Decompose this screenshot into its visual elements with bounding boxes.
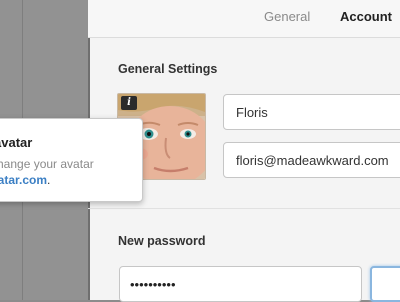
info-icon[interactable]: i [121, 96, 137, 110]
popover-title: avatar [0, 135, 33, 150]
general-settings-title: General Settings [118, 62, 218, 76]
avatar-popover: avatar change your avatar vatar.com. [0, 118, 143, 202]
current-password-field[interactable] [119, 266, 362, 302]
new-password-field[interactable] [370, 266, 400, 302]
tab-general[interactable]: General [264, 9, 310, 24]
popover-link-suffix: . [47, 173, 51, 187]
new-password-title: New password [118, 234, 206, 248]
gravatar-link[interactable]: vatar.com [0, 173, 47, 187]
popover-text: change your avatar [0, 157, 94, 171]
tab-account[interactable]: Account [340, 9, 392, 24]
tab-bar: General Account [88, 0, 400, 38]
popover-link-line: vatar.com. [0, 173, 50, 187]
section-divider [88, 208, 400, 209]
name-field[interactable] [223, 94, 400, 130]
email-field[interactable] [223, 142, 400, 178]
